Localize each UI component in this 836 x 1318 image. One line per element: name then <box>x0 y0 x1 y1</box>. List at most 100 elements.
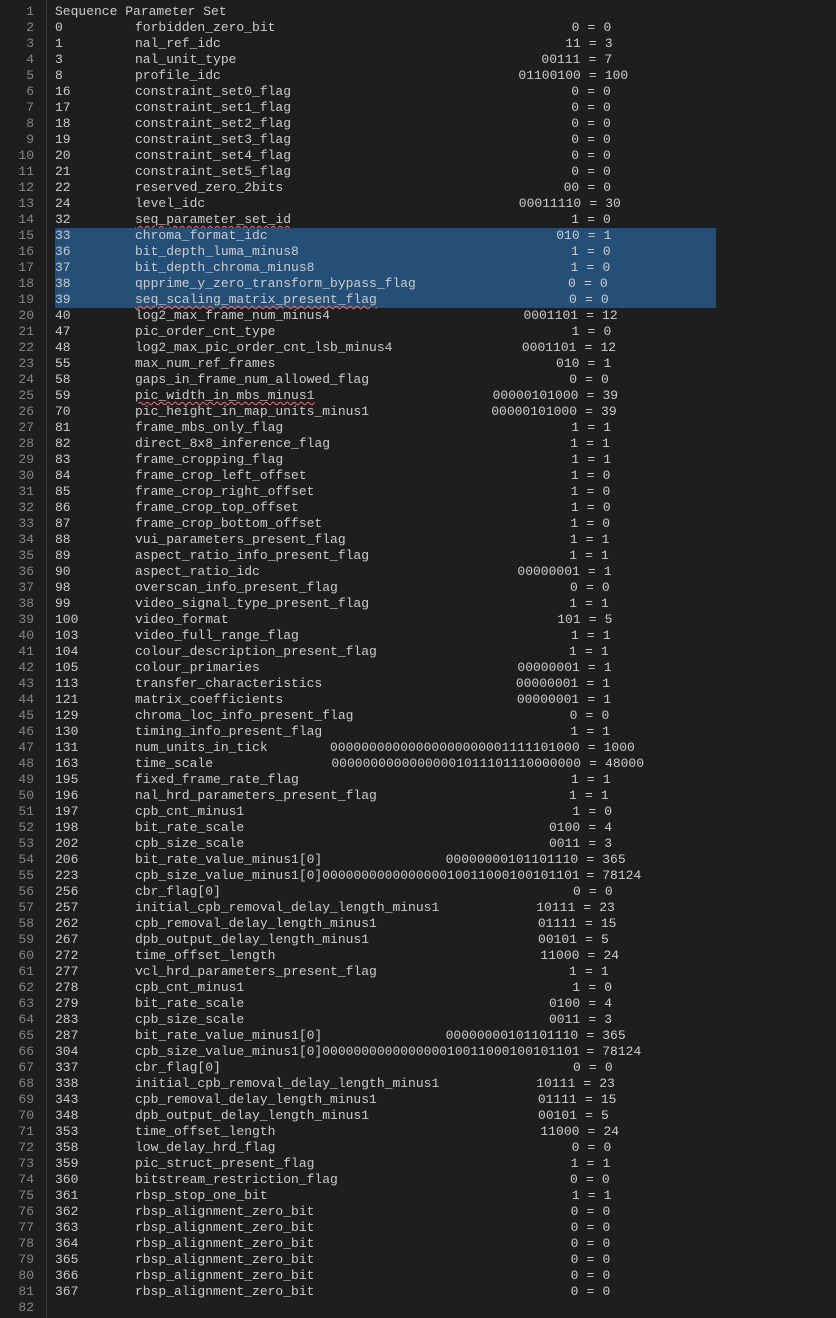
param-bits: 00111 <box>236 52 580 68</box>
param-row[interactable]: 0forbidden_zero_bit0=0 <box>55 20 716 36</box>
param-row[interactable]: 195fixed_frame_rate_flag1=1 <box>55 772 716 788</box>
param-row[interactable]: 19constraint_set3_flag0=0 <box>55 132 716 148</box>
param-row[interactable]: 38qpprime_y_zero_transform_bypass_flag0=… <box>55 276 716 292</box>
param-row[interactable]: 22reserved_zero_2bits00=0 <box>55 180 716 196</box>
param-row[interactable]: 98overscan_info_present_flag0=0 <box>55 580 716 596</box>
param-row[interactable]: 37bit_depth_chroma_minus81=0 <box>55 260 716 276</box>
param-row[interactable]: 55max_num_ref_frames010=1 <box>55 356 716 372</box>
param-row[interactable]: 40log2_max_frame_num_minus40001101=12 <box>55 308 716 324</box>
param-row[interactable]: 103video_full_range_flag1=1 <box>55 628 716 644</box>
param-row[interactable]: 84frame_crop_left_offset1=0 <box>55 468 716 484</box>
param-row[interactable]: 163time_scale000000000000000010111011100… <box>55 756 716 772</box>
param-row[interactable]: 33chroma_format_idc010=1 <box>55 228 716 244</box>
param-value: 23 <box>599 1076 615 1092</box>
param-row[interactable]: 362rbsp_alignment_zero_bit0=0 <box>55 1204 716 1220</box>
param-row[interactable]: 36bit_depth_luma_minus81=0 <box>55 244 716 260</box>
param-row[interactable]: 353time_offset_length11000=24 <box>55 1124 716 1140</box>
param-row[interactable]: 277vcl_hrd_parameters_present_flag1=1 <box>55 964 716 980</box>
param-row[interactable]: 59pic_width_in_mbs_minus100000101000=39 <box>55 388 716 404</box>
param-row[interactable]: 24level_idc00011110=30 <box>55 196 716 212</box>
param-row[interactable]: 338initial_cpb_removal_delay_length_minu… <box>55 1076 716 1092</box>
param-row[interactable]: 81frame_mbs_only_flag1=1 <box>55 420 716 436</box>
param-row[interactable]: 48log2_max_pic_order_cnt_lsb_minus400011… <box>55 340 716 356</box>
param-row[interactable]: 130timing_info_present_flag1=1 <box>55 724 716 740</box>
param-row[interactable]: 198bit_rate_scale0100=4 <box>55 820 716 836</box>
param-row[interactable]: 361rbsp_stop_one_bit1=1 <box>55 1188 716 1204</box>
param-row[interactable]: 99video_signal_type_present_flag1=1 <box>55 596 716 612</box>
param-row[interactable]: 206bit_rate_value_minus1[0]0000000010110… <box>55 852 716 868</box>
param-row[interactable]: 82direct_8x8_inference_flag1=1 <box>55 436 716 452</box>
param-row[interactable]: 367rbsp_alignment_zero_bit0=0 <box>55 1284 716 1300</box>
param-row[interactable]: 1nal_ref_idc11=3 <box>55 36 716 52</box>
param-name: video_full_range_flag <box>135 628 299 644</box>
param-row[interactable]: 105colour_primaries00000001=1 <box>55 660 716 676</box>
param-row[interactable]: 202cpb_size_scale0011=3 <box>55 836 716 852</box>
param-row[interactable]: 100video_format101=5 <box>55 612 716 628</box>
param-name: nal_unit_type <box>135 52 236 68</box>
param-row[interactable]: 348dpb_output_delay_length_minus100101=5 <box>55 1108 716 1124</box>
param-offset: 121 <box>55 692 135 708</box>
param-row[interactable]: 85frame_crop_right_offset1=0 <box>55 484 716 500</box>
editor-content[interactable]: Sequence Parameter Set0forbidden_zero_bi… <box>47 0 716 1318</box>
param-row[interactable]: 58gaps_in_frame_num_allowed_flag0=0 <box>55 372 716 388</box>
param-row[interactable]: 360bitstream_restriction_flag0=0 <box>55 1172 716 1188</box>
param-row[interactable]: 18constraint_set2_flag0=0 <box>55 116 716 132</box>
param-row[interactable]: 20constraint_set4_flag0=0 <box>55 148 716 164</box>
param-row[interactable]: 89aspect_ratio_info_present_flag1=1 <box>55 548 716 564</box>
param-row[interactable]: 256cbr_flag[0]0=0 <box>55 884 716 900</box>
param-name: cpb_removal_delay_length_minus1 <box>135 916 377 932</box>
param-offset: 129 <box>55 708 135 724</box>
minimap[interactable] <box>716 0 836 1318</box>
param-row[interactable]: 129chroma_loc_info_present_flag0=0 <box>55 708 716 724</box>
param-row[interactable]: 121matrix_coefficients00000001=1 <box>55 692 716 708</box>
param-row[interactable]: 104colour_description_present_flag1=1 <box>55 644 716 660</box>
param-row[interactable]: 337cbr_flag[0]0=0 <box>55 1060 716 1076</box>
param-row[interactable]: 278cpb_cnt_minus11=0 <box>55 980 716 996</box>
param-row[interactable]: 267dpb_output_delay_length_minus100101=5 <box>55 932 716 948</box>
param-row[interactable]: 86frame_crop_top_offset1=0 <box>55 500 716 516</box>
param-value: 0 <box>603 164 611 180</box>
param-row[interactable]: 47pic_order_cnt_type1=0 <box>55 324 716 340</box>
param-row[interactable]: 131num_units_in_tick00000000000000000000… <box>55 740 716 756</box>
param-name: chroma_loc_info_present_flag <box>135 708 353 724</box>
param-value: 15 <box>601 916 617 932</box>
param-row[interactable]: 363rbsp_alignment_zero_bit0=0 <box>55 1220 716 1236</box>
param-row[interactable]: 32seq_parameter_set_id1=0 <box>55 212 716 228</box>
param-row[interactable]: 87frame_crop_bottom_offset1=0 <box>55 516 716 532</box>
param-bits: 1 <box>322 516 578 532</box>
param-row[interactable]: 257initial_cpb_removal_delay_length_minu… <box>55 900 716 916</box>
param-row[interactable]: 343cpb_removal_delay_length_minus101111=… <box>55 1092 716 1108</box>
param-row[interactable]: 272time_offset_length11000=24 <box>55 948 716 964</box>
param-row[interactable]: 83frame_cropping_flag1=1 <box>55 452 716 468</box>
param-row[interactable]: 223cpb_size_value_minus1[0]0000000000000… <box>55 868 716 884</box>
param-row[interactable]: 21constraint_set5_flag0=0 <box>55 164 716 180</box>
param-row[interactable]: 287bit_rate_value_minus1[0]0000000010110… <box>55 1028 716 1044</box>
param-row[interactable]: 17constraint_set1_flag0=0 <box>55 100 716 116</box>
param-row[interactable]: 113transfer_characteristics00000001=1 <box>55 676 716 692</box>
param-offset: 353 <box>55 1124 135 1140</box>
param-row[interactable]: 70pic_height_in_map_units_minus100000101… <box>55 404 716 420</box>
param-row[interactable]: 262cpb_removal_delay_length_minus101111=… <box>55 916 716 932</box>
code-editor[interactable]: 1234567891011121314151617181920212223242… <box>0 0 836 1318</box>
param-row[interactable]: 39seq_scaling_matrix_present_flag0=0 <box>55 292 716 308</box>
param-value: 1 <box>603 356 611 372</box>
param-row[interactable]: 365rbsp_alignment_zero_bit0=0 <box>55 1252 716 1268</box>
param-row[interactable]: 197cpb_cnt_minus11=0 <box>55 804 716 820</box>
param-row[interactable]: 88vui_parameters_present_flag1=1 <box>55 532 716 548</box>
param-row[interactable]: 196nal_hrd_parameters_present_flag1=1 <box>55 788 716 804</box>
line-number: 64 <box>0 1012 34 1028</box>
param-row[interactable]: 283cpb_size_scale0011=3 <box>55 1012 716 1028</box>
param-offset: 130 <box>55 724 135 740</box>
param-row[interactable]: 8profile_idc01100100=100 <box>55 68 716 84</box>
param-row[interactable]: 358low_delay_hrd_flag0=0 <box>55 1140 716 1156</box>
param-row[interactable]: 304cpb_size_value_minus1[0]0000000000000… <box>55 1044 716 1060</box>
line-number: 47 <box>0 740 34 756</box>
param-row[interactable]: 90aspect_ratio_idc00000001=1 <box>55 564 716 580</box>
param-row[interactable]: 366rbsp_alignment_zero_bit0=0 <box>55 1268 716 1284</box>
param-row[interactable]: 3nal_unit_type00111=7 <box>55 52 716 68</box>
param-row[interactable]: 279bit_rate_scale0100=4 <box>55 996 716 1012</box>
param-row[interactable]: 364rbsp_alignment_zero_bit0=0 <box>55 1236 716 1252</box>
param-row[interactable]: 16constraint_set0_flag0=0 <box>55 84 716 100</box>
param-row[interactable]: 359pic_struct_present_flag1=1 <box>55 1156 716 1172</box>
param-bits: 10111 <box>439 1076 575 1092</box>
